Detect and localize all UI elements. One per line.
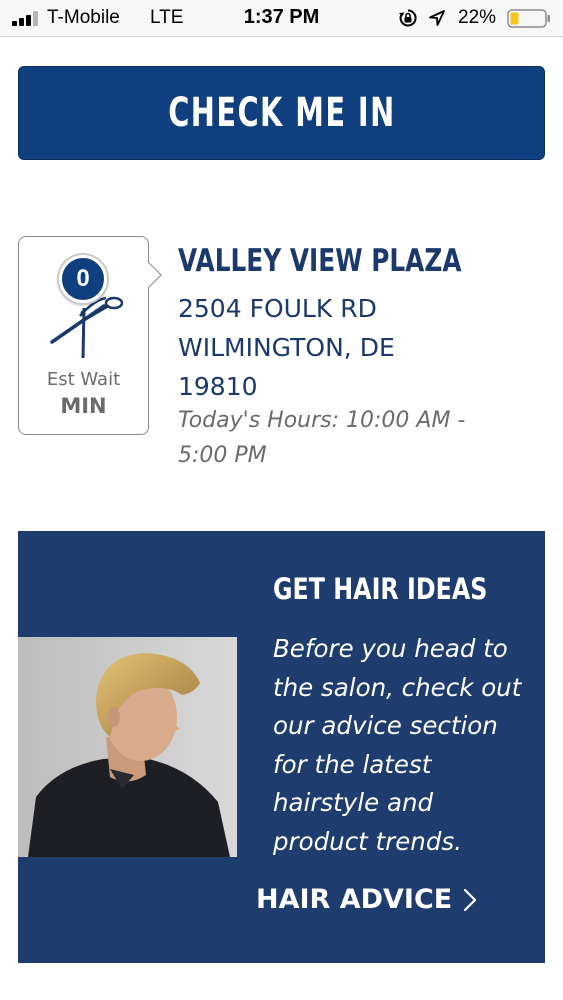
wait-unit-label: MIN	[60, 394, 107, 418]
address-line-3: 19810	[178, 372, 258, 401]
check-me-in-button[interactable]: CHECK ME IN	[18, 66, 545, 160]
rotation-lock-icon	[399, 9, 417, 27]
hair-advice-link[interactable]: HAIR ADVICE	[256, 884, 478, 915]
hair-ideas-title: GET HAIR IDEAS	[273, 572, 488, 606]
hair-model-photo	[18, 637, 237, 857]
chevron-right-icon	[464, 888, 477, 911]
address-line-2: WILMINGTON, DE	[178, 333, 395, 362]
address-line-1: 2504 FOULK RD	[178, 294, 377, 323]
hair-ideas-description: Before you head to the salon, check out …	[273, 634, 522, 856]
check-me-in-label: CHECK ME IN	[167, 90, 396, 136]
location-arrow-icon	[429, 10, 445, 26]
todays-hours: Today's Hours: 10:00 AM - 5:00 PM	[178, 408, 466, 468]
hair-advice-label: HAIR ADVICE	[256, 884, 453, 915]
scissors-icon	[50, 296, 124, 359]
salon-address: 2504 FOULK RD WILMINGTON, DE 19810	[178, 289, 395, 406]
est-wait-label: Est Wait	[46, 369, 121, 390]
salon-name[interactable]: VALLEY VIEW PLAZA	[178, 243, 462, 279]
battery-icon	[507, 9, 550, 28]
status-bar: T-Mobile LTE 1:37 PM 22%	[0, 0, 563, 37]
wait-count-badge: 0	[59, 255, 107, 303]
battery-percent: 22%	[458, 7, 497, 28]
